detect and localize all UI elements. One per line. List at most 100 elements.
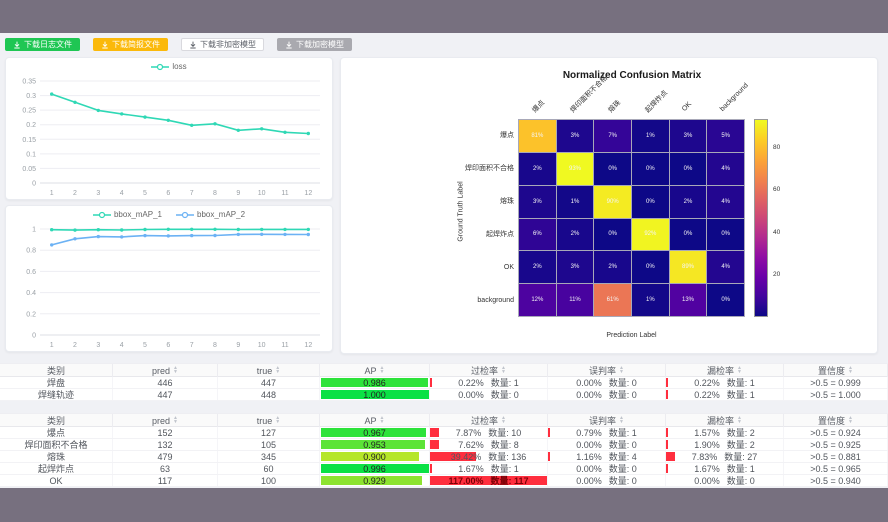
misjudge-rate-percent: 1.16% <box>576 451 602 462</box>
matrix-column-label: 起焊炸点 <box>643 88 670 115</box>
class-cell: 起焊炸点 <box>0 463 113 474</box>
download-plain-model-button[interactable]: 下载非加密模型 <box>181 38 264 51</box>
miss-rate-cell: 1.67%数量: 1 <box>666 463 784 474</box>
class-cell: OK <box>0 475 113 486</box>
matrix-cell: 12% <box>519 284 556 316</box>
column-header[interactable]: 过检率▲▼ <box>430 414 548 427</box>
sort-icon[interactable]: ▲▼ <box>501 367 506 374</box>
column-header[interactable]: 置信度▲▼ <box>784 414 888 427</box>
download-icon <box>101 41 109 49</box>
column-header[interactable]: 置信度▲▼ <box>784 364 888 377</box>
sort-icon[interactable]: ▲▼ <box>619 417 624 424</box>
map-chart-legend: bbox_mAP_1 bbox_mAP_2 <box>6 210 332 219</box>
legend-label: bbox_mAP_2 <box>197 210 245 219</box>
column-header[interactable]: true▲▼ <box>218 414 320 427</box>
table-row: 焊缝轨迹4474481.0000.00%数量: 00.00%数量: 00.22%… <box>0 389 888 401</box>
colorbar-tick-label: 60 <box>773 186 780 193</box>
matrix-cell: 1% <box>632 120 669 152</box>
pred-cell: 152 <box>113 427 218 438</box>
confidence-cell: >0.5 = 0.924 <box>784 427 888 438</box>
svg-text:9: 9 <box>236 342 240 349</box>
over-rate-cell: 39.42%数量: 136 <box>430 451 548 462</box>
legend-item[interactable]: loss <box>151 62 186 71</box>
misjudge-rate-count: 数量: 0 <box>609 377 637 388</box>
matrix-cell: 0% <box>594 219 631 251</box>
download-brief-button[interactable]: 下载简报文件 <box>93 38 168 51</box>
svg-text:1: 1 <box>50 190 54 197</box>
sort-icon[interactable]: ▲▼ <box>737 417 742 424</box>
legend-item[interactable]: bbox_mAP_1 <box>93 210 162 219</box>
true-cell: 448 <box>218 389 320 400</box>
matrix-cell: 89% <box>670 251 707 283</box>
misjudge-rate-cell: 0.00%数量: 0 <box>548 475 666 486</box>
download-encrypted-model-button[interactable]: 下载加密模型 <box>277 38 352 51</box>
svg-text:0.25: 0.25 <box>22 108 36 115</box>
column-header[interactable]: true▲▼ <box>218 364 320 377</box>
column-header[interactable]: 漏检率▲▼ <box>666 364 784 377</box>
column-header[interactable]: AP▲▼ <box>320 364 430 377</box>
svg-text:0.4: 0.4 <box>26 290 36 297</box>
misjudge-rate-percent: 0.79% <box>576 427 602 438</box>
matrix-column-label: OK <box>681 101 695 115</box>
matrix-cell: 13% <box>670 284 707 316</box>
column-header[interactable]: pred▲▼ <box>113 414 218 427</box>
sort-icon[interactable]: ▲▼ <box>380 367 385 374</box>
svg-text:0.8: 0.8 <box>26 248 36 255</box>
misjudge-rate-cell: 0.00%数量: 0 <box>548 389 666 400</box>
class-cell: 爆点 <box>0 427 113 438</box>
column-header[interactable]: 过检率▲▼ <box>430 364 548 377</box>
sort-icon[interactable]: ▲▼ <box>848 367 853 374</box>
legend-item[interactable]: bbox_mAP_2 <box>176 210 245 219</box>
miss-rate-count: 数量: 2 <box>727 427 755 438</box>
column-header[interactable]: 漏检率▲▼ <box>666 414 784 427</box>
confidence-cell: >0.5 = 0.999 <box>784 377 888 388</box>
true-cell: 345 <box>218 451 320 462</box>
sort-icon[interactable]: ▲▼ <box>380 417 385 424</box>
column-header[interactable]: pred▲▼ <box>113 364 218 377</box>
sort-icon[interactable]: ▲▼ <box>737 367 742 374</box>
misjudge-rate-count: 数量: 4 <box>609 451 637 462</box>
svg-text:2: 2 <box>73 190 77 197</box>
matrix-cell: 0% <box>594 153 631 185</box>
sort-icon[interactable]: ▲▼ <box>173 367 178 374</box>
column-header[interactable]: 误判率▲▼ <box>548 364 666 377</box>
sort-icon[interactable]: ▲▼ <box>173 417 178 424</box>
ap-cell: 1.000 <box>320 389 430 400</box>
misjudge-rate-count: 数量: 0 <box>609 475 637 486</box>
loss-chart-legend: loss <box>6 62 332 71</box>
sort-icon[interactable]: ▲▼ <box>848 417 853 424</box>
miss-rate-count: 数量: 2 <box>727 439 755 450</box>
confusion-matrix-grid: 81%3%7%1%3%5%2%93%0%0%0%4%3%1%90%0%2%4%6… <box>518 119 745 317</box>
column-header[interactable]: 误判率▲▼ <box>548 414 666 427</box>
pred-cell: 132 <box>113 439 218 450</box>
column-header[interactable]: AP▲▼ <box>320 414 430 427</box>
download-log-button[interactable]: 下载日志文件 <box>5 38 80 51</box>
svg-text:0.6: 0.6 <box>26 269 36 276</box>
over-rate-percent: 7.87% <box>456 427 482 438</box>
sort-icon[interactable]: ▲▼ <box>501 417 506 424</box>
matrix-cell: 0% <box>670 219 707 251</box>
miss-rate-cell: 0.22%数量: 1 <box>666 389 784 400</box>
matrix-cell: 2% <box>519 153 556 185</box>
matrix-cell: 6% <box>519 219 556 251</box>
class-cell: 焊盘 <box>0 377 113 388</box>
miss-rate-percent: 1.67% <box>694 463 720 474</box>
misjudge-rate-count: 数量: 0 <box>609 463 637 474</box>
confidence-cell: >0.5 = 0.965 <box>784 463 888 474</box>
over-rate-cell: 0.00%数量: 0 <box>430 389 548 400</box>
svg-text:4: 4 <box>120 342 124 349</box>
over-rate-count: 数量: 10 <box>488 427 521 438</box>
sort-icon[interactable]: ▲▼ <box>275 367 280 374</box>
misjudge-rate-count: 数量: 0 <box>609 439 637 450</box>
svg-text:7: 7 <box>190 342 194 349</box>
button-label: 下载非加密模型 <box>200 39 256 50</box>
ap-cell: 0.986 <box>320 377 430 388</box>
table-row: 焊盘4464470.9860.22%数量: 10.00%数量: 00.22%数量… <box>0 377 888 389</box>
sort-icon[interactable]: ▲▼ <box>619 367 624 374</box>
table-row: 起焊炸点63600.9961.67%数量: 10.00%数量: 01.67%数量… <box>0 463 888 475</box>
over-rate-cell: 7.62%数量: 8 <box>430 439 548 450</box>
svg-text:3: 3 <box>96 342 100 349</box>
matrix-column-label: 熔珠 <box>606 98 623 115</box>
sort-icon[interactable]: ▲▼ <box>275 417 280 424</box>
colorbar-tick-label: 20 <box>773 271 780 278</box>
